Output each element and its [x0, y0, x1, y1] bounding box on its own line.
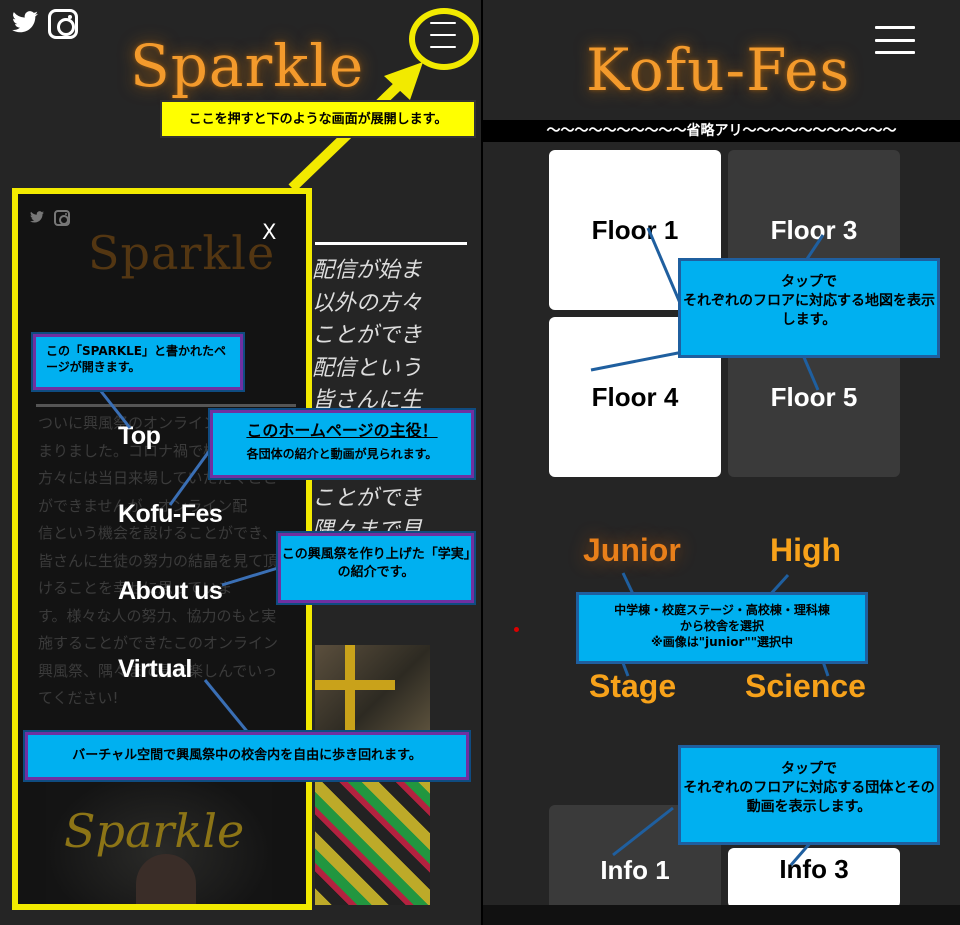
right-screenshot-panel: Kofu-Fes 〜〜〜〜〜〜〜〜〜〜省略アリ〜〜〜〜〜〜〜〜〜〜〜 Floor…: [483, 0, 960, 925]
highlight-circle: [409, 8, 479, 70]
bottom-bar: [483, 905, 960, 925]
callout-main-feature: このホームページの主役！ 各団体の紹介と動画が見られます。: [208, 408, 476, 480]
campus-high-button[interactable]: High: [770, 532, 841, 569]
close-icon[interactable]: X: [262, 220, 276, 244]
callout-floor-map: タップで それぞれのフロアに対応する地図を表示します。: [678, 258, 940, 358]
background-photo: [315, 775, 430, 905]
callout-main-title: このホームページの主役！: [246, 421, 438, 440]
info-3-button[interactable]: Info 3: [728, 848, 900, 908]
callout-virtual: バーチャル空間で興風祭中の校舎内を自由に歩き回れます。: [23, 730, 471, 782]
callout-tap-menu: ここを押すと下のような画面が展開します。: [160, 100, 476, 138]
menu-item-virtual[interactable]: Virtual: [118, 655, 192, 684]
menu-item-kofu-fes[interactable]: Kofu-Fes: [118, 500, 223, 529]
callout-sparkle-page: この「SPARKLE」と書かれたページが開きます。: [31, 332, 245, 392]
menu-social-links: [30, 208, 70, 227]
hamburger-menu-icon[interactable]: [875, 26, 915, 54]
campus-science-button[interactable]: Science: [745, 668, 866, 705]
nav-menu-overlay: Sparkle X ついに興風祭のオンライン配信が始 まりました。コロナ禍で校内…: [12, 188, 312, 910]
callout-gakujitsu: この興風祭を作り上げた「学実」の紹介です。: [276, 531, 476, 605]
menu-item-top[interactable]: Top: [118, 422, 161, 451]
twitter-icon[interactable]: [12, 11, 38, 37]
background-divider: [315, 242, 467, 245]
callout-campus-select: 中学棟・校庭ステージ・高校棟・理科棟 から校舎を選択 ※画像は"junior""…: [576, 592, 868, 664]
site-logo[interactable]: Sparkle: [130, 32, 364, 100]
twitter-icon[interactable]: [30, 208, 44, 227]
social-links: [12, 9, 78, 39]
callout-main-subtitle: 各団体の紹介と動画が見られます。: [246, 446, 438, 461]
callout-info-groups: タップで それぞれのフロアに対応する団体とその動画を表示します。: [678, 745, 940, 845]
campus-stage-button[interactable]: Stage: [589, 668, 676, 705]
background-text: 配信が始ま 以外の方々 ことができ 配信という 皆さんに生 ことができ 隅々まで…: [312, 258, 423, 543]
site-logo[interactable]: Kofu-Fes: [586, 36, 850, 104]
instagram-icon[interactable]: [54, 209, 70, 226]
campus-junior-button[interactable]: Junior: [583, 532, 681, 569]
menu-divider: [36, 404, 296, 407]
menu-item-about-us[interactable]: About us: [118, 577, 223, 606]
cursor-dot: [514, 627, 519, 632]
menu-background-photo: [46, 769, 272, 904]
menu-logo: Sparkle: [88, 226, 276, 280]
instagram-icon[interactable]: [48, 9, 78, 39]
left-screenshot-panel: Sparkle 配信が始ま 以外の方々 ことができ 配信という 皆さんに生 こと…: [0, 0, 481, 925]
omitted-banner: 〜〜〜〜〜〜〜〜〜〜省略アリ〜〜〜〜〜〜〜〜〜〜〜: [483, 120, 960, 142]
